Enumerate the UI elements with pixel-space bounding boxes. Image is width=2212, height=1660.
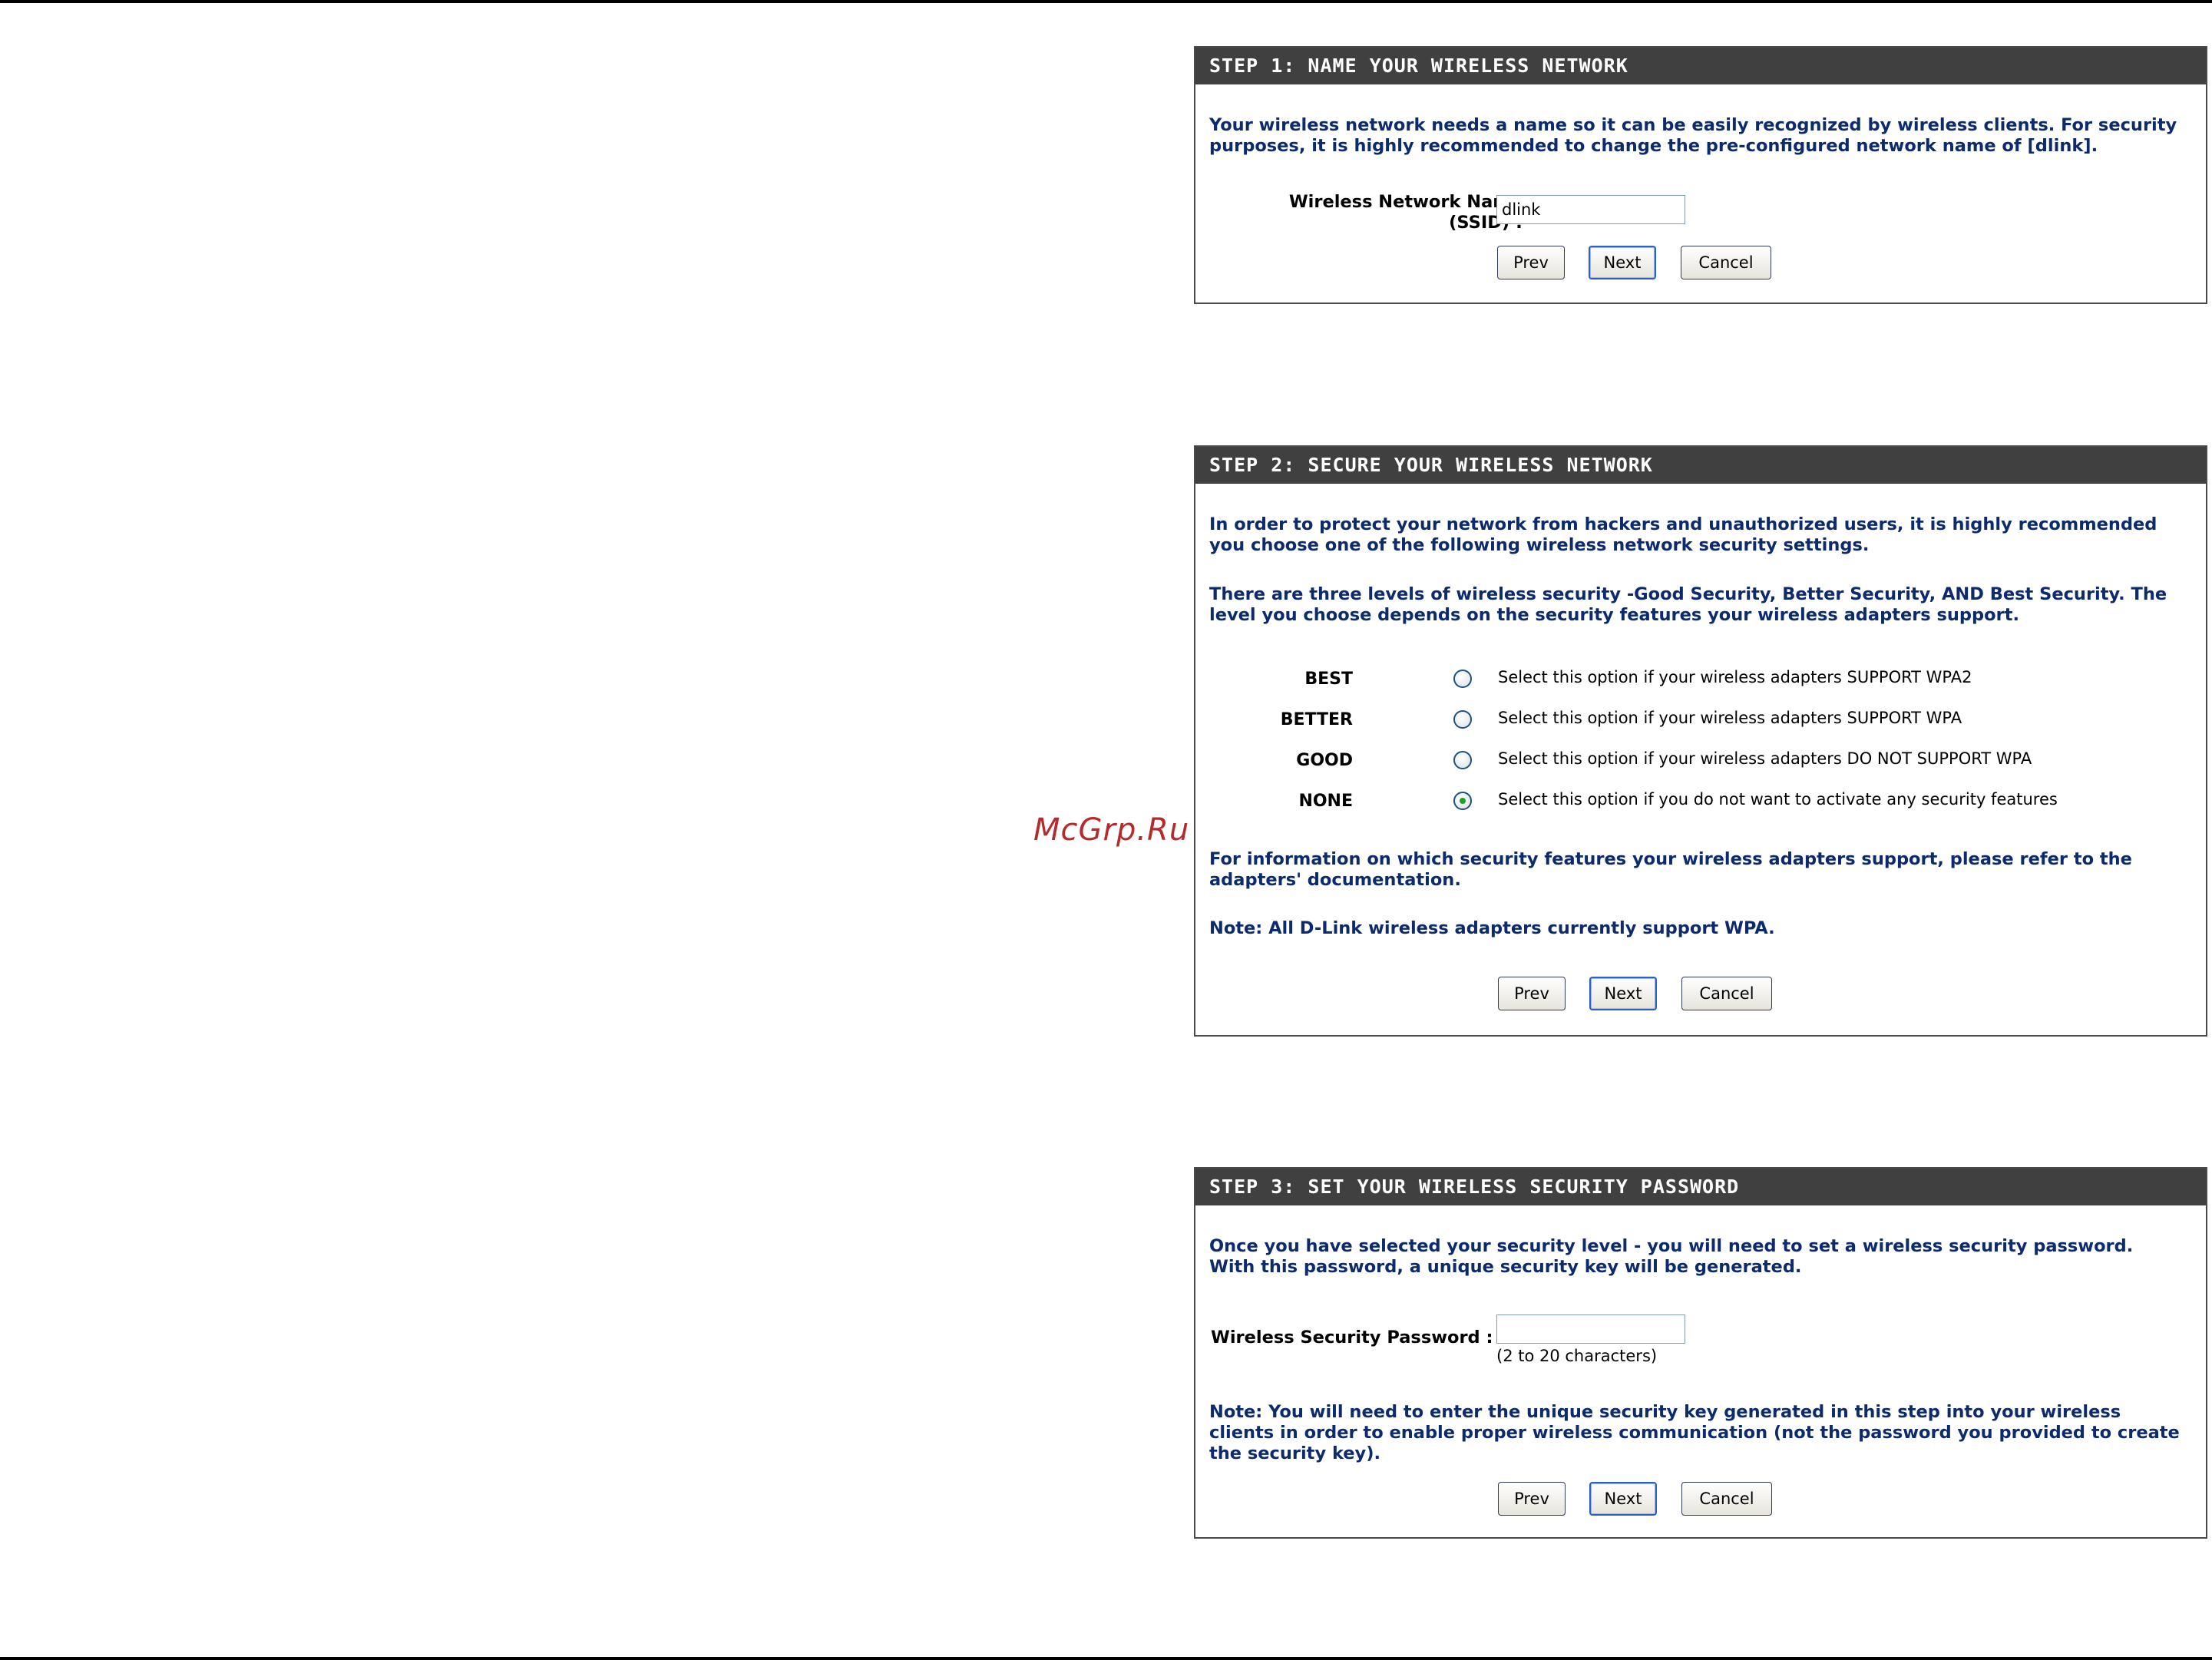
step2-note: Note: All D-Link wireless adapters curre… xyxy=(1209,918,1775,938)
step1-prev-button[interactable]: Prev xyxy=(1497,246,1565,279)
step3-note: Note: You will need to enter the unique … xyxy=(1209,1402,2180,1463)
ssid-label-line2: (SSID) : xyxy=(1449,213,1523,233)
bottom-rule xyxy=(0,1657,2212,1660)
option-label-good: GOOD xyxy=(1296,751,1353,770)
step3-next-button[interactable]: Next xyxy=(1589,1482,1657,1516)
ssid-label: Wireless Network Name (SSID) : xyxy=(1242,192,1523,233)
radio-best[interactable] xyxy=(1453,670,1472,688)
radio-none[interactable] xyxy=(1453,792,1472,810)
password-input[interactable] xyxy=(1496,1314,1685,1344)
step1-title: STEP 1: NAME YOUR WIRELESS NETWORK xyxy=(1195,48,2206,84)
step3-prev-button[interactable]: Prev xyxy=(1498,1482,1566,1516)
option-description-good: Select this option if your wireless adap… xyxy=(1498,749,2032,768)
password-hint: (2 to 20 characters) xyxy=(1496,1347,1658,1365)
step3-panel: STEP 3: SET YOUR WIRELESS SECURITY PASSW… xyxy=(1194,1167,2207,1539)
step1-panel: STEP 1: NAME YOUR WIRELESS NETWORK Your … xyxy=(1194,46,2207,304)
step1-next-button[interactable]: Next xyxy=(1589,246,1656,279)
step2-info: For information on which security featur… xyxy=(1209,849,2132,890)
radio-better[interactable] xyxy=(1453,710,1472,729)
ssid-label-line1: Wireless Network Name xyxy=(1288,192,1523,212)
security-option-none: NONE Select this option if you do not wa… xyxy=(1195,787,2206,818)
radio-good[interactable] xyxy=(1453,751,1472,769)
step2-intro2: There are three levels of wireless secur… xyxy=(1209,584,2167,625)
option-description-best: Select this option if your wireless adap… xyxy=(1498,668,1972,686)
step2-intro1: In order to protect your network from ha… xyxy=(1209,514,2157,555)
option-label-best: BEST xyxy=(1304,670,1353,689)
step1-cancel-button[interactable]: Cancel xyxy=(1681,246,1771,279)
step2-next-button[interactable]: Next xyxy=(1589,977,1657,1010)
security-option-best: BEST Select this option if your wireless… xyxy=(1195,665,2206,696)
watermark: McGrp.Ru xyxy=(1033,812,1190,848)
step2-title: STEP 2: SECURE YOUR WIRELESS NETWORK xyxy=(1195,447,2206,484)
option-description-better: Select this option if your wireless adap… xyxy=(1498,709,1962,727)
step2-cancel-button[interactable]: Cancel xyxy=(1681,977,1772,1010)
option-label-none: NONE xyxy=(1298,792,1353,811)
password-label: Wireless Security Password : xyxy=(1211,1328,1493,1348)
step3-cancel-button[interactable]: Cancel xyxy=(1681,1482,1772,1516)
security-option-better: BETTER Select this option if your wirele… xyxy=(1195,706,2206,736)
option-label-better: BETTER xyxy=(1280,710,1353,729)
option-description-none: Select this option if you do not want to… xyxy=(1498,790,2058,809)
step3-title: STEP 3: SET YOUR WIRELESS SECURITY PASSW… xyxy=(1195,1169,2206,1205)
top-rule xyxy=(0,0,2212,3)
step2-prev-button[interactable]: Prev xyxy=(1498,977,1566,1010)
step1-description: Your wireless network needs a name so it… xyxy=(1209,115,2177,156)
security-option-good: GOOD Select this option if your wireless… xyxy=(1195,746,2206,777)
step2-panel: STEP 2: SECURE YOUR WIRELESS NETWORK In … xyxy=(1194,445,2207,1037)
ssid-input[interactable] xyxy=(1496,195,1685,224)
step3-description: Once you have selected your security lev… xyxy=(1209,1236,2134,1277)
